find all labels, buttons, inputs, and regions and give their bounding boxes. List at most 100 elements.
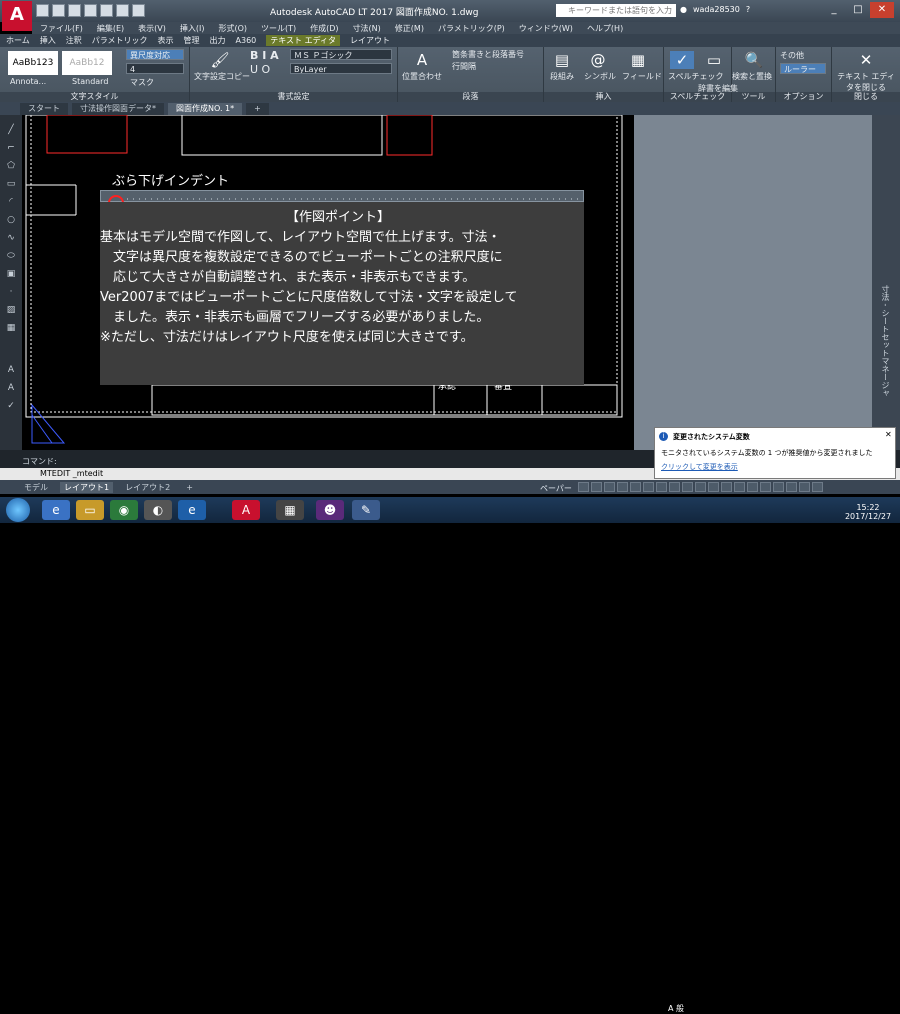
help-icon[interactable]: ? <box>746 5 750 14</box>
paper-space-toggle[interactable]: ペーパー <box>540 483 572 494</box>
lock-ui-icon[interactable] <box>760 482 771 492</box>
grid-icon[interactable] <box>578 482 589 492</box>
selection-cycle-icon[interactable] <box>682 482 693 492</box>
insert-block-icon[interactable]: ▣ <box>4 269 18 279</box>
mtext-tool-icon[interactable]: A <box>4 383 18 393</box>
layout-tab-1[interactable]: レイアウト1 <box>60 481 114 493</box>
layout-tab-model[interactable]: モデル <box>20 482 52 493</box>
save-icon[interactable] <box>68 4 81 17</box>
menu-dimension[interactable]: 寸法(N) <box>353 23 381 34</box>
bullets-button[interactable]: 箇条書きと段落番号 <box>452 49 524 60</box>
taskbar-clock[interactable]: 15:22 2017/12/27 <box>842 503 894 521</box>
arc-tool-icon[interactable]: ◜ <box>4 197 18 207</box>
line-spacing-button[interactable]: 行間隔 <box>452 61 476 72</box>
customize-icon[interactable] <box>812 482 823 492</box>
annotation-scale-icon[interactable] <box>695 482 706 492</box>
color-select[interactable]: ByLayer <box>290 63 392 74</box>
spline-tool-icon[interactable]: ∿ <box>4 233 18 243</box>
menu-parametric[interactable]: パラメトリック(P) <box>438 23 505 34</box>
explorer-icon[interactable]: ▭ <box>76 500 104 520</box>
search-input[interactable]: キーワードまたは語句を入力 <box>556 4 676 17</box>
maximize-button[interactable]: □ <box>846 2 870 18</box>
polar-icon[interactable] <box>617 482 628 492</box>
tab-layout[interactable]: レイアウト <box>350 35 390 46</box>
snap-icon[interactable] <box>591 482 602 492</box>
ortho-icon[interactable] <box>604 482 615 492</box>
layout-tab-2[interactable]: レイアウト2 <box>121 482 174 493</box>
spellcheck-icon[interactable]: ✓ <box>670 51 694 69</box>
field-icon[interactable]: ▦ <box>628 51 648 69</box>
doc-tab-dimension[interactable]: 寸法操作図面データ* <box>72 103 164 115</box>
app-icon-1[interactable]: ◐ <box>144 500 172 520</box>
menu-format[interactable]: 形式(O) <box>218 23 247 34</box>
osnap-icon[interactable] <box>630 482 641 492</box>
doc-tab-start[interactable]: スタート <box>20 103 68 115</box>
text-tool-icon[interactable]: A <box>4 365 18 375</box>
match-properties-icon[interactable]: 🖌 <box>210 51 230 69</box>
notification-close-icon[interactable]: ✕ <box>885 430 892 439</box>
new-icon[interactable] <box>36 4 49 17</box>
symbol-icon[interactable]: @ <box>588 51 608 69</box>
add-layout-button[interactable]: + <box>182 483 197 492</box>
style-standard[interactable]: AaBb12 <box>62 51 112 75</box>
isolate-icon[interactable] <box>773 482 784 492</box>
menu-file[interactable]: ファイル(F) <box>40 23 83 34</box>
columns-icon[interactable]: ▤ <box>552 51 572 69</box>
menu-modify[interactable]: 修正(M) <box>395 23 424 34</box>
ellipse-tool-icon[interactable]: ⬭ <box>4 251 18 261</box>
start-button[interactable] <box>6 498 30 522</box>
notification-link[interactable]: クリックして変更を表示 <box>661 462 738 472</box>
system-variable-notification[interactable]: i 変更されたシステム変数 ✕ モニタされているシステム変数の 1 つが推奨値か… <box>654 427 896 479</box>
transparency-icon[interactable] <box>669 482 680 492</box>
doc-tab-drawing[interactable]: 図面作成NO. 1* <box>168 103 243 115</box>
font-select[interactable]: ＭＳ Ｐゴシック <box>290 49 392 60</box>
app-icon-2[interactable]: ▦ <box>276 500 304 520</box>
text-height-field[interactable]: 4 <box>126 63 184 74</box>
hardware-accel-icon[interactable] <box>786 482 797 492</box>
line-tool-icon[interactable]: ╱ <box>4 125 18 135</box>
menu-edit[interactable]: 編集(E) <box>97 23 124 34</box>
tab-insert[interactable]: 挿入 <box>40 35 56 46</box>
table-tool-icon[interactable]: ▦ <box>4 323 18 333</box>
text-ruler[interactable] <box>100 190 584 203</box>
bold-icon[interactable]: B I A <box>250 49 279 62</box>
hatch-tool-icon[interactable]: ▨ <box>4 305 18 315</box>
chrome-icon[interactable]: ◉ <box>110 500 138 520</box>
tab-annotate[interactable]: 注釈 <box>66 35 82 46</box>
point-tool-icon[interactable]: · <box>4 287 18 297</box>
menu-help[interactable]: ヘルプ(H) <box>587 23 623 34</box>
menu-tools[interactable]: ツール(T) <box>261 23 296 34</box>
edge-icon[interactable]: e <box>178 500 206 520</box>
quick-props-icon[interactable] <box>747 482 758 492</box>
ie-icon[interactable]: e <box>42 500 70 520</box>
dictionary-icon[interactable]: ▭ <box>704 51 724 69</box>
workspace-icon[interactable] <box>708 482 719 492</box>
polygon-tool-icon[interactable]: ⬠ <box>4 161 18 171</box>
polyline-tool-icon[interactable]: ⌐ <box>4 143 18 153</box>
units-icon[interactable] <box>734 482 745 492</box>
tool-palette[interactable]: 寸法 - シートセットマネージャ <box>872 115 900 450</box>
mask-button[interactable]: マスク <box>130 77 154 88</box>
ruler-button[interactable]: ルーラー <box>780 63 826 74</box>
menu-window[interactable]: ウィンドウ(W) <box>519 23 573 34</box>
autocad-taskbar-icon[interactable]: A <box>232 500 260 520</box>
app-icon-3[interactable]: ☻ <box>316 500 344 520</box>
style-annotative[interactable]: AaBb123 <box>8 51 58 75</box>
tab-home[interactable]: ホーム <box>6 35 30 46</box>
app-icon-4[interactable]: ✎ <box>352 500 380 520</box>
circle-tool-icon[interactable]: ○ <box>4 215 18 225</box>
tab-a360[interactable]: A360 <box>236 36 257 45</box>
tab-output[interactable]: 出力 <box>210 35 226 46</box>
underline-icon[interactable]: U O <box>250 63 270 76</box>
redo-icon[interactable] <box>132 4 145 17</box>
close-button[interactable]: ✕ <box>870 2 894 18</box>
menu-insert[interactable]: 挿入(I) <box>180 23 205 34</box>
spell-tool-icon[interactable]: ✓ <box>4 401 18 411</box>
tab-view[interactable]: 表示 <box>158 35 174 46</box>
otrack-icon[interactable] <box>643 482 654 492</box>
ime-indicator[interactable]: A 般 <box>668 1003 684 1014</box>
app-menu-button[interactable]: A <box>2 1 32 31</box>
tab-manage[interactable]: 管理 <box>184 35 200 46</box>
open-icon[interactable] <box>52 4 65 17</box>
close-editor-icon[interactable]: ✕ <box>856 51 876 69</box>
